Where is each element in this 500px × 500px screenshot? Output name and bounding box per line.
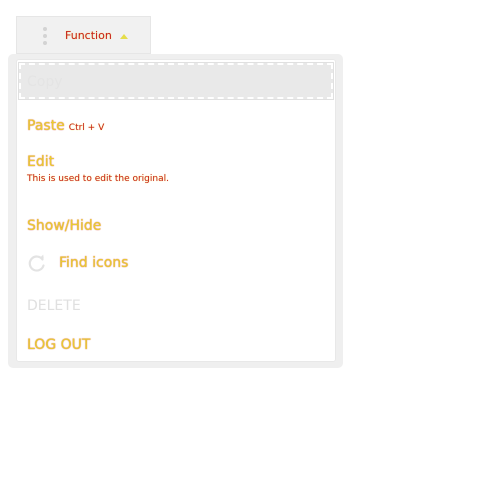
- menu-item-find-icons[interactable]: Find icons: [27, 254, 325, 273]
- menu-item-label: Paste: [27, 118, 65, 134]
- menu-item-label: DELETE: [27, 298, 81, 314]
- menu-item-delete[interactable]: DELETE: [27, 295, 325, 314]
- menu-item-label: Find icons: [59, 255, 129, 271]
- menu-item-description: This is used to edit the original.: [27, 174, 169, 184]
- menu-item-label: Show/Hide: [27, 218, 102, 234]
- menu-item-log-out[interactable]: LOG OUT: [27, 334, 325, 353]
- menu-item-label: LOG OUT: [27, 337, 91, 353]
- menu-list: Copy Paste Ctrl + V Edit This is used to …: [16, 59, 336, 362]
- function-dropdown-menu: Copy Paste Ctrl + V Edit This is used to …: [8, 54, 343, 368]
- more-vertical-icon: [43, 27, 47, 45]
- menu-item-paste[interactable]: Paste Ctrl + V: [27, 115, 325, 134]
- menu-item-edit[interactable]: Edit This is used to edit the original.: [27, 154, 325, 185]
- menu-item-label: Copy: [27, 74, 63, 90]
- menu-item-copy[interactable]: Copy: [19, 63, 333, 99]
- shortcut-hint: Ctrl + V: [68, 123, 105, 133]
- menu-item-label: Edit: [27, 154, 55, 170]
- menu-item-show-hide[interactable]: Show/Hide: [27, 215, 325, 234]
- caret-up-icon: [120, 34, 128, 39]
- function-button-label: Function: [65, 29, 112, 42]
- function-menu-button[interactable]: Function: [16, 16, 151, 54]
- refresh-icon: [28, 254, 45, 272]
